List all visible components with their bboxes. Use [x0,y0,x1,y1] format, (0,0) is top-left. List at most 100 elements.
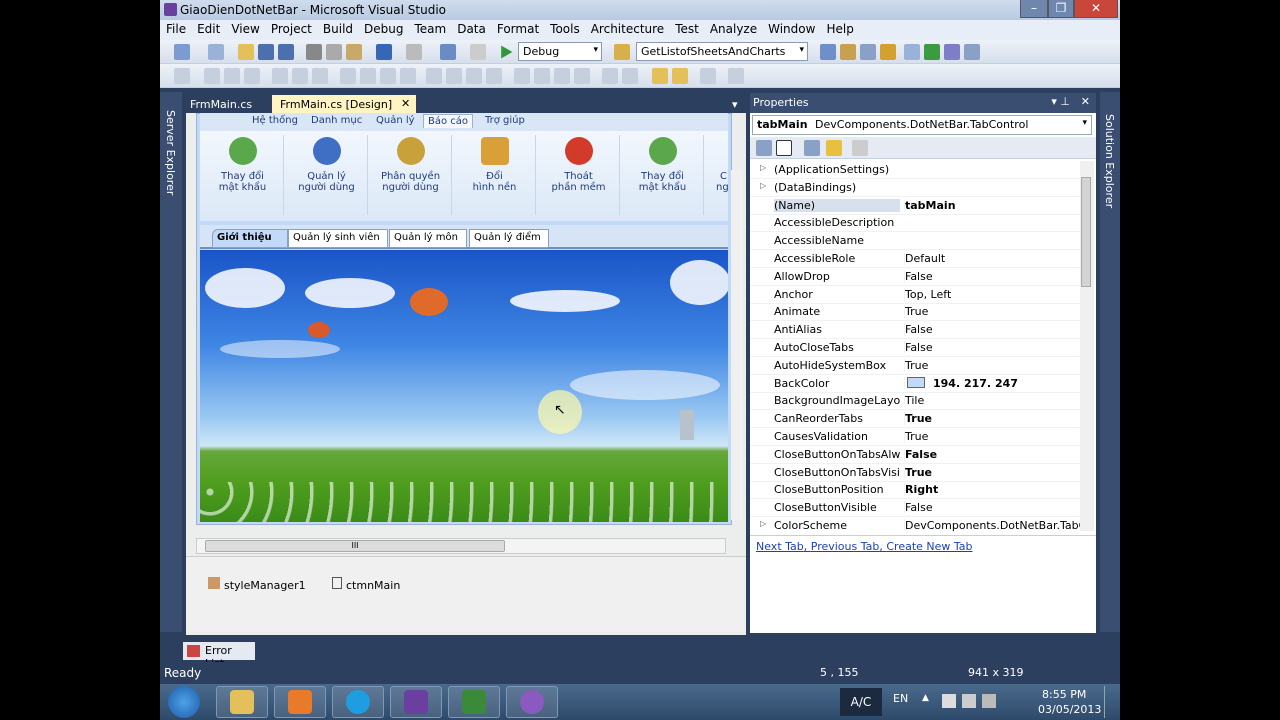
expand-icon[interactable]: ▷ [760,181,766,190]
action-center-icon[interactable] [942,694,956,708]
properties-icon[interactable] [804,140,820,156]
align-middles-icon[interactable] [292,68,308,84]
property-value[interactable]: 194. 217. 247 [904,376,1080,390]
menu-window[interactable]: Window [762,20,820,36]
categorized-icon[interactable] [756,140,772,156]
align-lefts-icon[interactable] [204,68,220,84]
navigate-forward-icon[interactable] [470,44,486,60]
property-value[interactable]: Default [904,252,1080,265]
new-project-icon[interactable] [174,44,190,60]
find-combo[interactable]: GetListofSheetsAndCharts [636,42,808,61]
tab-gioi-thieu[interactable]: Giới thiệu [212,229,288,248]
vspace-decrease-icon[interactable] [554,68,570,84]
property-value[interactable]: Top, Left [904,287,1080,301]
properties-window-icon[interactable] [840,44,856,60]
network-icon[interactable] [962,694,976,708]
menu-view[interactable]: View [225,20,264,36]
server-explorer-tab[interactable]: Server Explorer [164,110,177,195]
verb-previous-tab[interactable]: Previous Tab [811,540,880,553]
menu-data[interactable]: Data [451,20,491,36]
taskbar-explorer[interactable] [216,686,268,718]
verb-create-new-tab[interactable]: Create New Tab [886,540,972,553]
start-button[interactable] [168,686,200,718]
bring-to-front-icon[interactable] [652,68,668,84]
property-value[interactable]: Tile [904,394,1080,408]
property-row[interactable]: ▷ (ApplicationSettings) [750,161,1080,179]
events-icon[interactable] [826,140,842,156]
menu-format[interactable]: Format [491,20,544,36]
vspace-equal-icon[interactable] [514,68,530,84]
cut-icon[interactable] [306,44,322,60]
maximize-button[interactable]: ❐ [1048,0,1074,18]
undo-icon[interactable] [376,44,392,60]
extension-manager-icon[interactable] [944,44,960,60]
property-row[interactable]: AccessibleDescription [750,214,1080,233]
language-indicator[interactable]: EN [893,692,908,705]
doc-tab-frmmain-cs[interactable]: FrmMain.cs [182,95,260,114]
start-page-icon[interactable] [924,44,940,60]
property-row[interactable]: BackgroundImageLayout Tile [750,392,1080,411]
property-value[interactable]: True [904,358,1080,372]
property-row[interactable]: BackColor 194. 217. 247 [750,375,1080,393]
menu-edit[interactable]: Edit [191,20,225,36]
send-to-back-icon[interactable] [672,68,688,84]
property-row[interactable]: ▷ (DataBindings) [750,179,1080,197]
property-value[interactable]: DevComponents.DotNetBar.TabCo [904,519,1080,531]
solution-explorer-tab[interactable]: Solution Explorer [1103,114,1116,208]
vspace-remove-icon[interactable] [574,68,590,84]
tab-quan-ly-diem[interactable]: Quản lý điểm [469,229,549,248]
menu-project[interactable]: Project [265,20,317,36]
tab-order-icon[interactable] [728,68,744,84]
object-browser-icon[interactable] [860,44,876,60]
property-row[interactable]: AccessibleName [750,232,1080,251]
show-desktop-button[interactable] [1104,686,1118,718]
save-icon[interactable] [258,44,274,60]
same-height-icon[interactable] [360,68,376,84]
align-centers-icon[interactable] [224,68,240,84]
ribbon-btn-manage-users[interactable]: Quản lý người dùng [286,135,368,215]
doc-tabs-dropdown-icon[interactable]: ▾ [724,95,746,114]
expand-icon[interactable]: ▷ [760,519,766,528]
minimize-button[interactable]: – [1020,0,1048,18]
ribbon-tab-quan-ly[interactable]: Quản lý [372,114,419,127]
component-ctmnmain[interactable]: ctmnMain [332,577,400,592]
vspace-increase-icon[interactable] [534,68,550,84]
ribbon-btn-change-password-2[interactable]: Thay đổi mật khẩu [622,135,704,215]
ribbon-tab-bao-cao[interactable]: Báo cáo [423,114,474,128]
property-row[interactable]: Anchor Top, Left [750,286,1080,304]
redo-icon[interactable] [406,44,422,60]
ribbon-btn-change-password[interactable]: Thay đổi mật khẩu [202,135,284,215]
server-explorer-strip[interactable]: Server Explorer [160,92,182,632]
menu-architecture[interactable]: Architecture [585,20,669,36]
hspace-decrease-icon[interactable] [466,68,482,84]
property-row[interactable]: AccessibleRole Default [750,250,1080,268]
close-tab-icon[interactable]: ✕ [401,97,410,110]
property-grid-thumb[interactable] [1081,177,1091,287]
property-row[interactable]: Animate True [750,303,1080,322]
pin-icon[interactable]: ▾ ⊥ [1051,95,1070,108]
hspace-equal-icon[interactable] [426,68,442,84]
ribbon-btn-user-permissions[interactable]: Phân quyền người dùng [370,135,452,215]
ribbon-btn-partial[interactable]: Cng [706,135,728,215]
navigate-backward-icon[interactable] [440,44,456,60]
property-value[interactable]: True [904,465,1080,479]
immediate-window-icon[interactable] [964,44,980,60]
property-value[interactable]: False [904,269,1080,283]
menu-file[interactable]: File [160,20,191,36]
property-row[interactable]: AutoHideSystemBox True [750,357,1080,375]
property-row[interactable]: CloseButtonPosition Right [750,481,1080,500]
property-value[interactable]: True [904,412,1080,426]
toolbox-icon[interactable] [880,44,896,60]
menu-help[interactable]: Help [820,20,858,36]
property-row[interactable]: CausesValidation True [750,428,1080,446]
property-value[interactable]: False [904,447,1080,461]
solution-config-select[interactable]: Debug [518,42,602,61]
center-vertically-icon[interactable] [622,68,638,84]
object-selector[interactable]: tabMain DevComponents.DotNetBar.TabContr… [752,115,1092,135]
designer-vscroll[interactable] [731,170,743,520]
taskbar-media-player[interactable] [274,686,326,718]
property-row[interactable]: (Name) tabMain [750,197,1080,215]
hspace-remove-icon[interactable] [486,68,502,84]
property-value[interactable]: False [904,501,1080,515]
ribbon-tab-danh-muc[interactable]: Danh mục [307,114,366,127]
